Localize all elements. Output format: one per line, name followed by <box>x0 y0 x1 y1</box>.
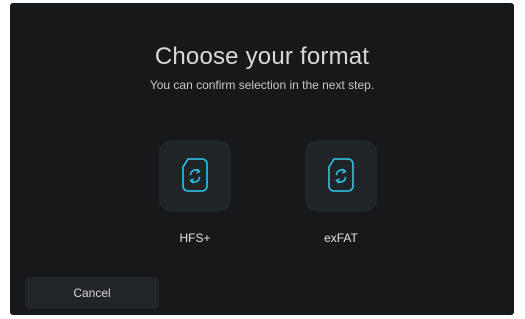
format-option-hfs-plus[interactable]: HFS+ <box>150 140 240 260</box>
cancel-button[interactable]: Cancel <box>25 277 159 309</box>
format-label-hfs-plus: HFS+ <box>179 231 211 245</box>
format-tile-hfs-plus[interactable] <box>159 140 231 212</box>
format-disk-icon <box>328 158 354 192</box>
format-dialog: Choose your format You can confirm selec… <box>10 3 514 315</box>
format-option-exfat[interactable]: exFAT <box>296 140 386 260</box>
format-label-exfat: exFAT <box>324 231 358 245</box>
dialog-subtitle: You can confirm selection in the next st… <box>149 78 375 92</box>
format-disk-icon <box>182 158 208 192</box>
dialog-title: Choose your format <box>154 43 370 70</box>
format-tile-exfat[interactable] <box>305 140 377 212</box>
